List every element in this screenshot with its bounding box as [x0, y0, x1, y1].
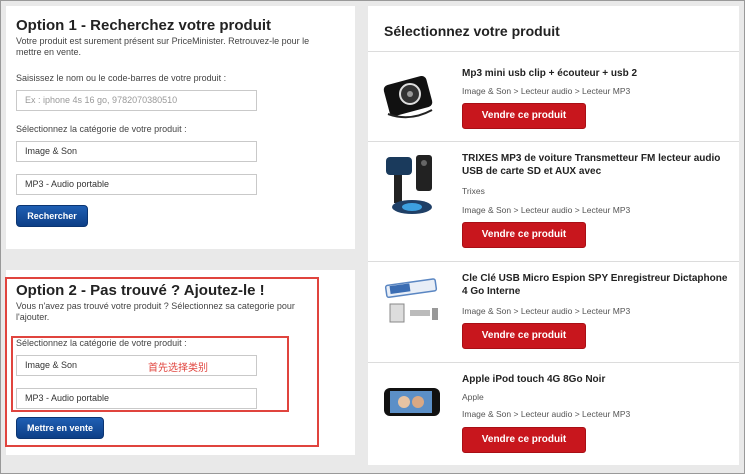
sell-product-button[interactable]: Vendre ce produit [462, 222, 586, 248]
product-breadcrumb: Image & Son > Lecteur audio > Lecteur MP… [462, 409, 631, 419]
product-brand: Trixes [462, 186, 485, 196]
option1-title: Option 1 - Recherchez votre produit [16, 17, 272, 34]
product-brand: Apple [462, 392, 484, 402]
annotation-note: 首先选择类别 [148, 363, 208, 374]
annotation-inner-frame [11, 336, 289, 412]
divider [368, 261, 739, 262]
product-breadcrumb: Image & Son > Lecteur audio > Lecteur MP… [462, 86, 631, 96]
usb-spy-thumbnail [384, 278, 438, 323]
search-button[interactable]: Rechercher [16, 205, 88, 227]
sell-product-button[interactable]: Vendre ce produit [462, 427, 586, 453]
product-title[interactable]: Mp3 mini usb clip + écouteur + usb 2 [462, 67, 732, 80]
product-title[interactable]: TRIXES MP3 de voiture Transmetteur FM le… [462, 152, 732, 178]
search-input[interactable]: Ex : iphone 4s 16 go, 9782070380510 [16, 90, 257, 111]
divider [368, 362, 739, 363]
results-title: Sélectionnez votre produit [384, 23, 560, 39]
product-breadcrumb: Image & Son > Lecteur audio > Lecteur MP… [462, 306, 631, 316]
category-select[interactable]: Image & Son [16, 141, 257, 162]
subcategory-select[interactable]: MP3 - Audio portable [16, 174, 257, 195]
category-label: Sélectionnez la catégorie de votre produ… [16, 124, 187, 134]
product-title[interactable]: Apple iPod touch 4G 8Go Noir [462, 373, 732, 386]
option1-panel: Option 1 - Recherchez votre produit Votr… [6, 6, 355, 249]
results-panel: Sélectionnez votre produit Mp3 mini usb … [368, 6, 739, 465]
fm-transmitter-thumbnail [386, 155, 432, 214]
product-breadcrumb: Image & Son > Lecteur audio > Lecteur MP… [462, 205, 631, 215]
divider [368, 51, 739, 52]
sell-product-button[interactable]: Vendre ce produit [462, 323, 586, 349]
product-title[interactable]: Cle Clé USB Micro Espion SPY Enregistreu… [462, 272, 732, 298]
search-label: Saisissez le nom ou le code-barres de vo… [16, 73, 227, 83]
option1-intro: Votre produit est surement présent sur P… [16, 36, 310, 57]
ipod-touch-thumbnail [384, 388, 440, 416]
mp3-clip-thumbnail [383, 75, 433, 119]
divider [368, 141, 739, 142]
sell-product-button[interactable]: Vendre ce produit [462, 103, 586, 129]
